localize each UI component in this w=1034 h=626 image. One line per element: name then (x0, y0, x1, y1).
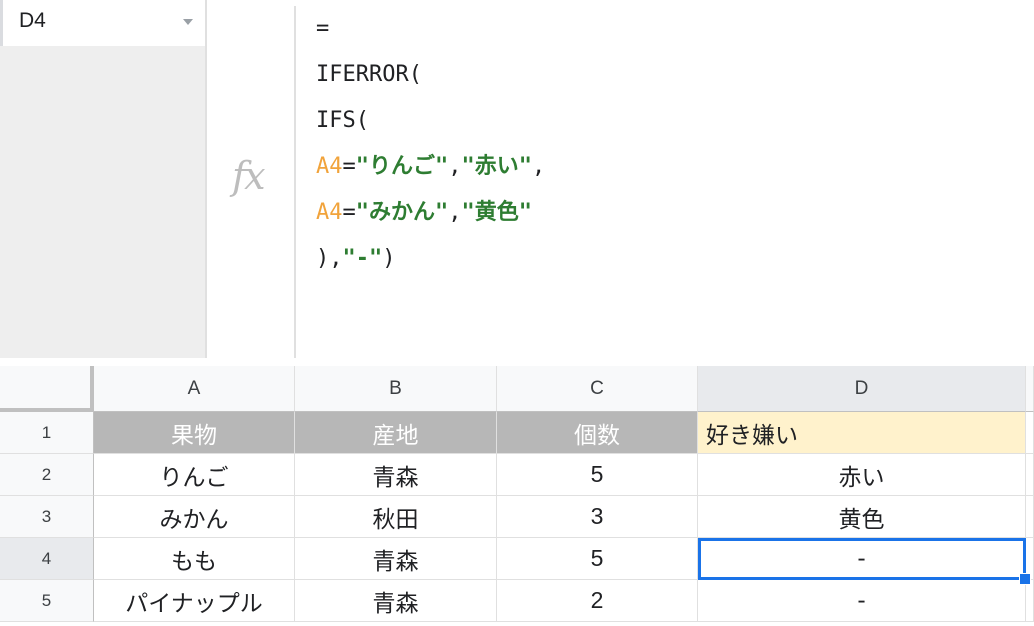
cell-e3[interactable] (1026, 496, 1034, 538)
formula-token: IFERROR( (316, 62, 422, 87)
formula-line: ),"-") (316, 236, 545, 282)
formula-token: , (448, 154, 462, 179)
formula-token: , (532, 154, 546, 179)
formula-cell-ref: A4 (316, 154, 343, 179)
formula-string: "りんご" (355, 154, 449, 179)
column-header-b[interactable]: B (295, 366, 497, 412)
formula-string: "赤い" (461, 154, 533, 179)
row-header-2[interactable]: 2 (0, 454, 94, 496)
formula-line: = (316, 6, 545, 52)
formula-cell-ref: A4 (316, 200, 343, 225)
column-header-d[interactable]: D (698, 366, 1026, 412)
formula-line: IFERROR( (316, 52, 545, 98)
cell-a5[interactable]: パイナップル (94, 580, 295, 622)
formula-input[interactable]: = IFERROR(IFS(A4="りんご","赤い", A4="みかん","黄色"… (316, 6, 545, 282)
cell-a4[interactable]: もも (94, 538, 295, 580)
cell-a2[interactable]: りんご (94, 454, 295, 496)
cell-b3[interactable]: 秋田 (295, 496, 497, 538)
cell-d3[interactable]: 黄色 (698, 496, 1026, 538)
row-header-3[interactable]: 3 (0, 496, 94, 538)
cell-d2[interactable]: 赤い (698, 454, 1026, 496)
formula-token: IFS( (316, 108, 369, 133)
column-header-c[interactable]: C (497, 366, 698, 412)
formula-line: IFS( (316, 98, 545, 144)
formula-line: A4="みかん","黄色" (316, 190, 545, 236)
cell-b2[interactable]: 青森 (295, 454, 497, 496)
formula-token: , (448, 200, 462, 225)
formula-string: "黄色" (461, 200, 533, 225)
cell-b1[interactable]: 産地 (295, 412, 497, 454)
name-box-ref: D4 (19, 9, 46, 32)
formula-string: "みかん" (355, 200, 449, 225)
formula-line: A4="りんご","赤い", (316, 144, 545, 190)
column-header-a[interactable]: A (94, 366, 295, 412)
formula-token: = (342, 200, 356, 225)
formula-string: "-" (342, 246, 383, 271)
formula-token: ) (382, 246, 396, 271)
cell-d1[interactable]: 好き嫌い (698, 412, 1026, 454)
formula-divider (294, 6, 296, 358)
select-all-corner[interactable] (0, 366, 94, 412)
formula-token: ), (316, 246, 343, 271)
fill-handle[interactable] (1019, 573, 1031, 585)
cell-c1[interactable]: 個数 (497, 412, 698, 454)
cell-d5[interactable]: - (698, 580, 1026, 622)
cell-c2[interactable]: 5 (497, 454, 698, 496)
namebox-column: D4 (0, 0, 207, 358)
cell-d4[interactable]: - (698, 538, 1026, 580)
cell-e2[interactable] (1026, 454, 1034, 496)
cell-c3[interactable]: 3 (497, 496, 698, 538)
fx-icon: fx (232, 154, 265, 198)
cell-b5[interactable]: 青森 (295, 580, 497, 622)
cell-b4[interactable]: 青森 (295, 538, 497, 580)
row-header-4[interactable]: 4 (0, 538, 94, 580)
cell-e1[interactable] (1026, 412, 1034, 454)
cell-a3[interactable]: みかん (94, 496, 295, 538)
cell-c5[interactable]: 2 (497, 580, 698, 622)
cell-a1[interactable]: 果物 (94, 412, 295, 454)
formula-token: = (316, 16, 330, 41)
row-header-5[interactable]: 5 (0, 580, 94, 622)
chevron-down-icon[interactable] (183, 19, 193, 25)
name-box[interactable]: D4 (0, 0, 205, 46)
column-header-e[interactable] (1026, 366, 1034, 412)
row-header-1[interactable]: 1 (0, 412, 94, 454)
cell-c4[interactable]: 5 (497, 538, 698, 580)
formula-bar-area: D4 fx = IFERROR(IFS(A4="りんご","赤い", A4="みかん… (0, 0, 1034, 366)
spreadsheet-grid: A B C D 1 果物 産地 個数 好き嫌い 2 りんご 青森 5 赤い 3 みかん 秋田 3 黄色 4 もも 青森 5-… (0, 366, 1034, 626)
formula-token: = (342, 154, 356, 179)
cell-e5[interactable] (1026, 580, 1034, 622)
